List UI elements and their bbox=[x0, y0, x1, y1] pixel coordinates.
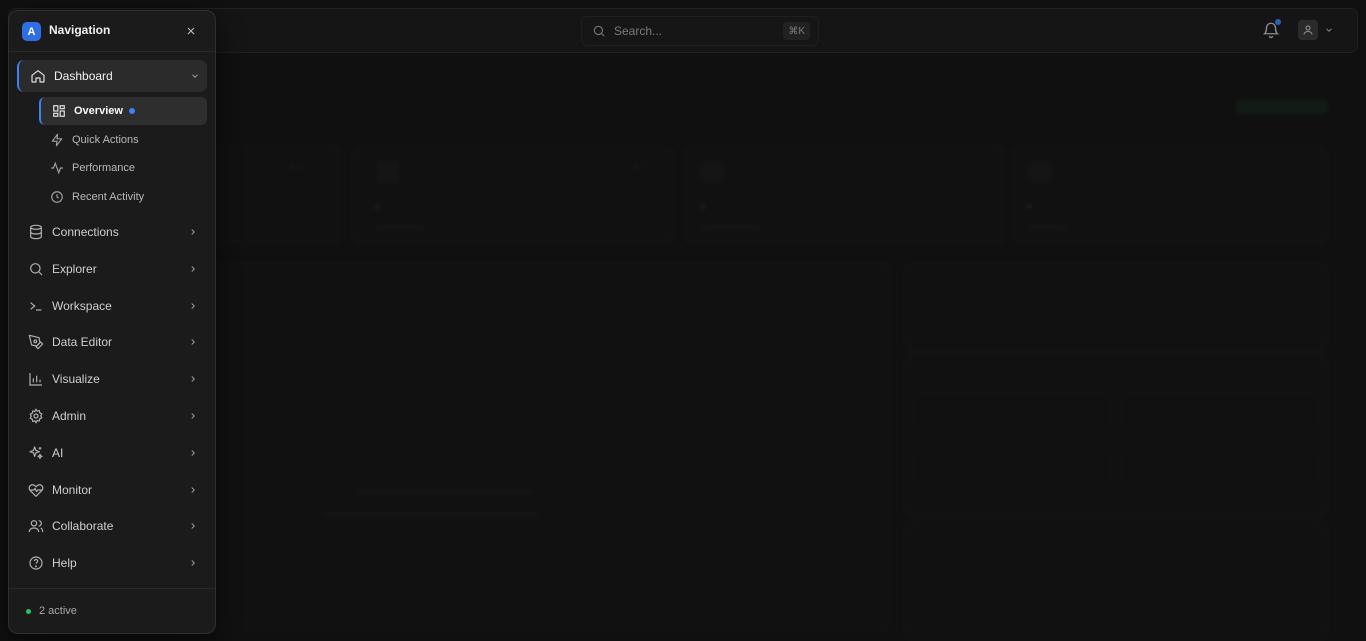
active-indicator-dot bbox=[129, 108, 135, 114]
nav-item-help[interactable]: Help bbox=[17, 547, 207, 579]
app-logo: A bbox=[22, 22, 41, 41]
nav-item-label: Workspace bbox=[52, 299, 112, 313]
subnav-item-performance[interactable]: Performance bbox=[39, 154, 207, 182]
nav-item-workspace[interactable]: Workspace bbox=[17, 290, 207, 322]
chevron-right-icon bbox=[188, 301, 198, 311]
subnav-item-label: Quick Actions bbox=[72, 134, 139, 146]
search-icon bbox=[28, 261, 44, 277]
chevron-right-icon bbox=[188, 227, 198, 237]
subnav-item-label: Recent Activity bbox=[72, 191, 145, 203]
nav-item-monitor[interactable]: Monitor bbox=[17, 474, 207, 506]
pen-tool-icon bbox=[28, 334, 44, 350]
subnav-item-overview[interactable]: Overview bbox=[39, 97, 207, 125]
nav-item-label: Connections bbox=[52, 225, 119, 239]
status-indicator-dot bbox=[26, 609, 31, 614]
nav-item-label: Explorer bbox=[52, 262, 97, 276]
subnav-item-quick-actions[interactable]: Quick Actions bbox=[39, 126, 207, 154]
active-connections-status: 2 active bbox=[39, 605, 77, 617]
bar-chart-icon bbox=[28, 371, 44, 387]
chevron-right-icon bbox=[188, 448, 198, 458]
chevron-right-icon bbox=[188, 411, 198, 421]
close-icon[interactable] bbox=[185, 25, 197, 37]
nav-item-label: Monitor bbox=[52, 483, 93, 497]
database-icon bbox=[28, 224, 44, 240]
home-icon bbox=[30, 68, 46, 84]
terminal-icon bbox=[28, 298, 44, 314]
nav-item-visualize[interactable]: Visualize bbox=[17, 363, 207, 395]
navigation-title: Navigation bbox=[49, 23, 111, 37]
chevron-right-icon bbox=[188, 485, 198, 495]
activity-icon bbox=[50, 161, 64, 175]
nav-item-admin[interactable]: Admin bbox=[17, 400, 207, 432]
nav-item-label: Help bbox=[52, 556, 77, 570]
navigation-panel: A Navigation Dashboard Overview Quick Ac… bbox=[8, 10, 216, 634]
help-circle-icon bbox=[28, 555, 44, 571]
users-icon bbox=[28, 518, 44, 534]
chevron-right-icon bbox=[188, 521, 198, 531]
clock-icon bbox=[50, 190, 64, 204]
chevron-right-icon bbox=[188, 264, 198, 274]
nav-item-explorer[interactable]: Explorer bbox=[17, 253, 207, 285]
nav-item-label: Dashboard bbox=[54, 69, 113, 83]
navigation-header: A Navigation bbox=[9, 11, 215, 52]
nav-item-collaborate[interactable]: Collaborate bbox=[17, 510, 207, 542]
chevron-right-icon bbox=[188, 374, 198, 384]
nav-item-dashboard[interactable]: Dashboard bbox=[17, 60, 207, 92]
nav-item-label: AI bbox=[52, 446, 64, 460]
nav-item-connections[interactable]: Connections bbox=[17, 216, 207, 248]
heart-pulse-icon bbox=[28, 482, 44, 498]
subnav-item-label: Overview bbox=[74, 105, 123, 117]
layout-grid-icon bbox=[52, 104, 66, 118]
zap-icon bbox=[50, 133, 64, 147]
nav-item-ai[interactable]: AI bbox=[17, 437, 207, 469]
chevron-right-icon bbox=[188, 337, 198, 347]
gear-icon bbox=[28, 408, 44, 424]
nav-item-label: Collaborate bbox=[52, 519, 114, 533]
nav-item-label: Admin bbox=[52, 409, 87, 423]
subnav-item-recent-activity[interactable]: Recent Activity bbox=[39, 183, 207, 211]
chevron-right-icon bbox=[188, 558, 198, 568]
nav-item-label: Visualize bbox=[52, 372, 100, 386]
navigation-footer: 2 active bbox=[9, 588, 215, 633]
nav-item-data-editor[interactable]: Data Editor bbox=[17, 326, 207, 358]
sparkles-icon bbox=[28, 445, 44, 461]
nav-item-label: Data Editor bbox=[52, 335, 113, 349]
subnav-item-label: Performance bbox=[72, 162, 135, 174]
chevron-down-icon bbox=[190, 71, 200, 81]
